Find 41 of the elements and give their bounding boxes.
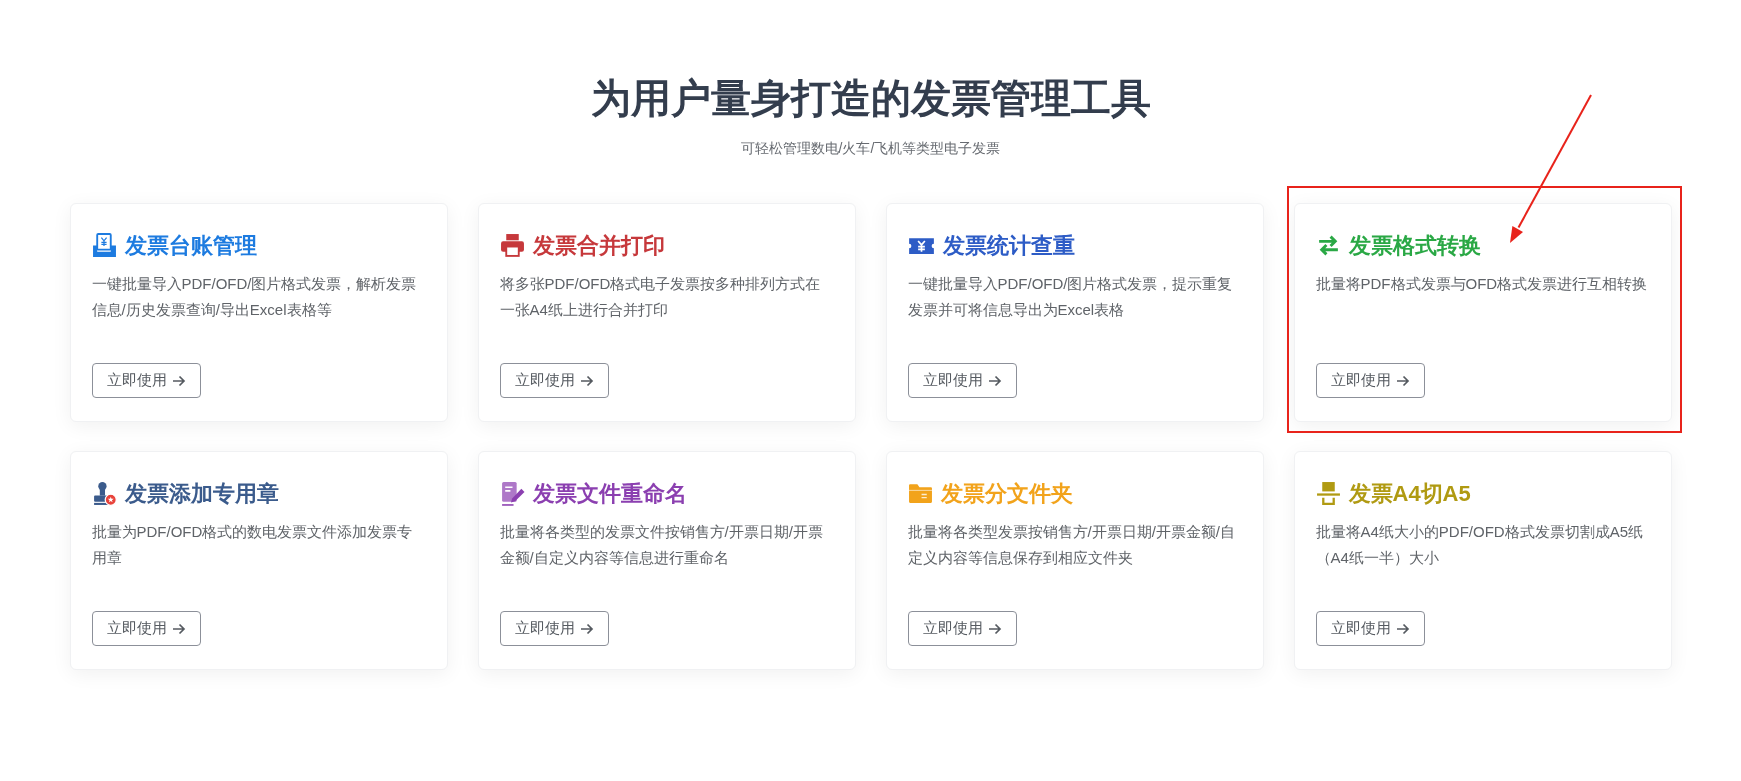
card-title: 发票统计查重 (942, 232, 1075, 260)
page-subtitle: 可轻松管理数电/火车/飞机等类型电子发票 (740, 139, 1001, 158)
card-description: 批量将A4纸大小的PDF/OFD格式发票切割成A5纸（A4纸一半）大小 (1315, 522, 1645, 568)
use-now-button[interactable]: 立即使用 (499, 363, 609, 398)
card-description: 一键批量导入PDF/OFD/图片格式发票，提示重复发票并可将信息导出为Excel表格 (907, 274, 1234, 320)
card-description: 批量为PDF/OFD格式的数电发票文件添加发票专用章 (91, 522, 414, 568)
use-now-button[interactable]: 立即使用 (1315, 611, 1425, 646)
arrow-right-icon (171, 374, 186, 387)
ticket-icon (907, 236, 935, 255)
use-now-button[interactable]: 立即使用 (907, 363, 1017, 398)
card-title: 发票台账管理 (124, 232, 257, 260)
printer-icon (499, 233, 525, 258)
stamp-icon (91, 481, 117, 506)
document-pencil-icon (499, 481, 525, 506)
arrow-right-icon (1395, 622, 1410, 635)
arrow-right-icon (987, 374, 1002, 387)
card-description: 批量将各类型发票按销售方/开票日期/开票金额/自定义内容等信息保存到相应文件夹 (907, 522, 1236, 568)
card-description: 一键批量导入PDF/OFD/图片格式发票，解析发票信息/历史发票查询/导出Excel表格等 (91, 274, 418, 320)
page-split-icon (1315, 481, 1341, 506)
card-title: 发票分文件夹 (940, 480, 1073, 508)
card-title: 发票A4切A5 (1348, 480, 1471, 508)
use-now-button[interactable]: 立即使用 (499, 611, 609, 646)
arrow-right-icon (987, 622, 1002, 635)
arrow-right-icon (1395, 374, 1410, 387)
card-title: 发票添加专用章 (124, 480, 279, 508)
page-title: 为用户量身打造的发票管理工具 (590, 75, 1151, 122)
card-title: 发票合并打印 (532, 232, 665, 260)
folder-icon (907, 481, 933, 506)
arrow-right-icon (579, 622, 594, 635)
card-description: 批量将PDF格式发票与OFD格式发票进行互相转换 (1315, 274, 1649, 294)
use-now-button[interactable]: 立即使用 (1315, 363, 1425, 398)
use-now-button[interactable]: 立即使用 (91, 611, 201, 646)
document-tray-icon (91, 233, 117, 258)
card-title: 发票格式转换 (1348, 232, 1481, 260)
card-title: 发票文件重命名 (532, 480, 687, 508)
use-now-button[interactable]: 立即使用 (91, 363, 201, 398)
card-description: 批量将各类型的发票文件按销售方/开票日期/开票金额/自定义内容等信息进行重命名 (499, 522, 824, 568)
card-description: 将多张PDF/OFD格式电子发票按多种排列方式在一张A4纸上进行合并打印 (499, 274, 822, 320)
arrow-right-icon (171, 622, 186, 635)
use-now-button[interactable]: 立即使用 (907, 611, 1017, 646)
arrow-right-icon (579, 374, 594, 387)
